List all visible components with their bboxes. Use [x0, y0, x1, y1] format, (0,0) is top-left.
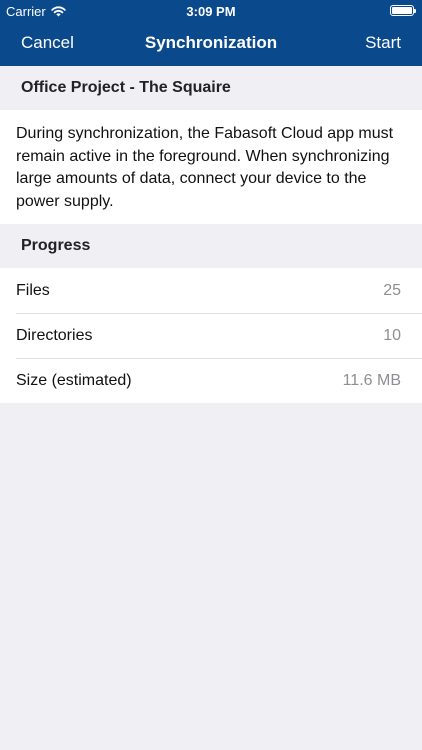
- start-button[interactable]: Start: [365, 33, 401, 53]
- row-value: 25: [383, 281, 401, 299]
- progress-header: Progress: [0, 224, 422, 268]
- project-name-header: Office Project - The Squaire: [0, 66, 422, 110]
- row-value: 10: [383, 326, 401, 344]
- nav-bar: Cancel Synchronization Start: [0, 22, 422, 66]
- row-label: Directories: [16, 326, 93, 344]
- page-title: Synchronization: [144, 33, 278, 52]
- progress-list: Files 25 Directories 10 Size (estimated)…: [0, 268, 422, 403]
- sync-info-text: During synchronization, the Fabasoft Clo…: [0, 110, 422, 224]
- status-bar: Carrier 3:09 PM: [0, 0, 422, 22]
- row-value: 11.6 MB: [342, 371, 401, 389]
- progress-row-files: Files 25: [0, 268, 422, 313]
- progress-row-directories: Directories 10: [0, 313, 422, 358]
- progress-row-size: Size (estimated) 11.6 MB: [0, 358, 422, 403]
- row-label: Size (estimated): [16, 371, 132, 389]
- header: Carrier 3:09 PM Cancel Synchronization S…: [0, 0, 422, 66]
- battery-icon: [390, 5, 416, 16]
- status-time: 3:09 PM: [186, 4, 236, 19]
- row-label: Files: [16, 281, 50, 299]
